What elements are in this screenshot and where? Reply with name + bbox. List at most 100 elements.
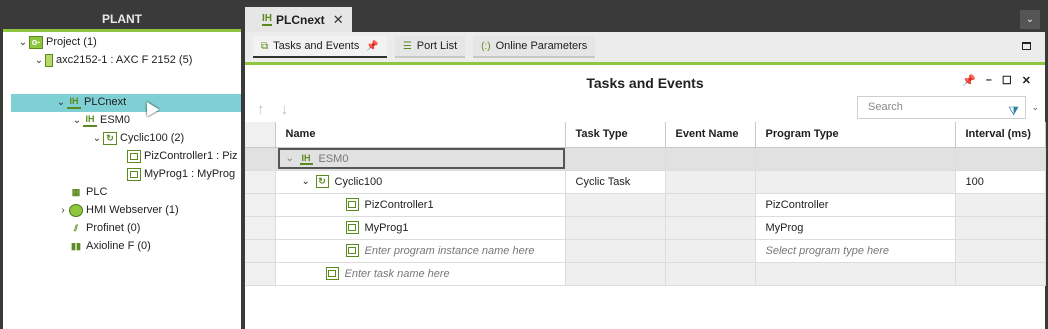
task-type-cell[interactable]	[565, 147, 666, 171]
esm-icon: IH	[83, 114, 97, 127]
tree-node-label: MyProg1 : MyProg	[144, 168, 236, 180]
axioline-icon: ▮▮	[71, 241, 81, 251]
event-name-cell	[665, 193, 756, 217]
tree-node-label: Project (1)	[46, 36, 97, 48]
move-up-down-icon[interactable]: ↑ ↓	[257, 101, 294, 118]
name-cell[interactable]: ⌄ IH ESM0	[275, 147, 566, 171]
maximize-icon[interactable]: ☐	[1002, 74, 1012, 87]
tree-node-axioline[interactable]: ▮▮ Axioline F (0)	[57, 238, 151, 255]
program-type-cell[interactable]: MyProg	[755, 216, 956, 240]
event-name-cell	[665, 262, 756, 286]
tab-menu-chevron-icon[interactable]: ⌄	[1020, 10, 1040, 29]
row-name: MyProg1	[364, 221, 409, 234]
program-type-cell[interactable]: PizController	[755, 193, 956, 217]
tree-node-cyclic100[interactable]: ⌄ ↻ Cyclic100 (2)	[91, 130, 184, 147]
tree-node-pizcontroller1[interactable]: PizController1 : Piz	[115, 148, 238, 165]
task-icon	[325, 267, 339, 280]
expand-toggle-icon[interactable]: ⌄	[55, 94, 67, 111]
subtab-online-parameters[interactable]: (:) Online Parameters	[473, 36, 596, 58]
row-gutter	[245, 216, 276, 240]
table-row[interactable]: MyProg1 MyProg	[245, 216, 1046, 240]
interval-cell	[955, 262, 1046, 286]
column-header-event-name[interactable]: Event Name	[665, 122, 756, 148]
close-icon[interactable]: ✕	[1022, 74, 1031, 87]
program-instance-icon	[127, 168, 141, 181]
tree-node-label: PLCnext	[84, 96, 127, 108]
minimize-icon[interactable]: –	[986, 74, 992, 87]
program-type-placeholder[interactable]: Select program type here	[755, 239, 956, 263]
event-name-cell[interactable]	[665, 147, 756, 171]
column-header-interval[interactable]: Interval (ms)	[955, 122, 1046, 148]
program-instance-icon	[345, 221, 359, 234]
more-options-icon[interactable]: ⌄	[1031, 102, 1039, 113]
name-cell[interactable]: ⌄ ↻ Cyclic100	[275, 170, 566, 194]
column-header-task-type[interactable]: Task Type	[565, 122, 666, 148]
tree-node-plc[interactable]: ▦ PLC	[57, 184, 108, 201]
task-type-cell	[565, 262, 666, 286]
program-type-cell[interactable]	[755, 147, 956, 171]
tree-node-profinet[interactable]: ⫽ Profinet (0)	[57, 220, 140, 237]
row-name: PizController1	[364, 198, 434, 211]
name-cell[interactable]: Enter program instance name here	[275, 239, 566, 263]
interval-cell	[955, 193, 1046, 217]
cyclic-task-icon: ↻	[315, 175, 329, 188]
program-type-cell	[755, 170, 956, 194]
tree-node-esm0[interactable]: ⌄ IH ESM0	[71, 112, 130, 129]
column-header-program-type[interactable]: Program Type	[755, 122, 956, 148]
tree-node-project[interactable]: ⌄ o- Project (1)	[17, 34, 97, 51]
row-name: Cyclic100	[334, 175, 383, 188]
subtab-tasks-and-events[interactable]: ⧉ Tasks and Events 📌	[253, 36, 387, 58]
row-gutter	[245, 170, 276, 194]
task-type-cell	[565, 193, 666, 217]
table-row[interactable]: ⌄ ↻ Cyclic100 Cyclic Task 100	[245, 170, 1046, 194]
name-cell[interactable]: MyProg1	[275, 216, 566, 240]
document-tab-bar: IH PLCnext ✕ ⌄	[245, 7, 1045, 32]
interval-cell[interactable]	[955, 147, 1046, 171]
tasks-icon: ⧉	[261, 40, 269, 52]
search-input[interactable]: Search ⧩	[857, 96, 1026, 119]
interval-cell	[955, 239, 1046, 263]
collapse-toggle-icon[interactable]: ⌄	[302, 176, 316, 187]
tree-node-label: Profinet (0)	[86, 222, 141, 234]
tree-node-label: ESM0	[100, 114, 130, 126]
event-name-cell	[665, 170, 756, 194]
close-tab-icon[interactable]: ✕	[333, 12, 344, 28]
name-cell[interactable]: Enter task name here	[275, 262, 566, 286]
interval-cell[interactable]: 100	[955, 170, 1046, 194]
collapse-toggle-icon[interactable]: ⌄	[286, 153, 300, 164]
expand-toggle-icon[interactable]: ⌄	[91, 130, 103, 147]
plant-panel: PLANT ⌄ o- Project (1) ⌄ axc2152-1 : AXC…	[3, 7, 241, 329]
expand-toggle-icon[interactable]: ⌄	[33, 52, 45, 69]
task-type-cell[interactable]: Cyclic Task	[565, 170, 666, 194]
table-row[interactable]: Enter program instance name here Select …	[245, 239, 1046, 263]
search-placeholder: Search	[868, 101, 903, 113]
table-row[interactable]: ⌄ IH ESM0	[245, 147, 1046, 171]
new-task-placeholder[interactable]: Enter task name here	[345, 268, 450, 280]
pin-icon[interactable]: 📌	[366, 41, 378, 52]
tree-node-hmi-webserver[interactable]: › HMI Webserver (1)	[57, 202, 179, 219]
row-name: ESM0	[318, 152, 349, 165]
program-instance-icon	[345, 244, 359, 257]
tree-node-controller[interactable]: ⌄ axc2152-1 : AXC F 2152 (5)	[33, 52, 192, 69]
tree-node-myprog1[interactable]: MyProg1 : MyProg	[115, 166, 235, 183]
column-header-name[interactable]: Name	[275, 122, 566, 148]
row-gutter	[245, 193, 276, 217]
table-row[interactable]: Enter task name here	[245, 262, 1046, 286]
filter-search-icon[interactable]: ⧩	[1008, 101, 1019, 122]
row-gutter	[245, 262, 276, 286]
table-row[interactable]: PizController1 PizController	[245, 193, 1046, 217]
maximize-editor-icon[interactable]	[1022, 42, 1031, 50]
pin-icon[interactable]: 📌	[962, 74, 976, 87]
editor-title: Tasks and Events	[586, 75, 704, 91]
plant-panel-title: PLANT	[3, 7, 241, 32]
row-gutter-header	[245, 122, 276, 148]
subtab-label: Online Parameters	[495, 40, 588, 52]
expand-toggle-icon[interactable]: ›	[57, 202, 69, 219]
name-cell[interactable]: PizController1	[275, 193, 566, 217]
tab-plcnext[interactable]: IH PLCnext ✕	[245, 7, 352, 32]
expand-toggle-icon[interactable]: ⌄	[17, 34, 29, 51]
subtab-port-list[interactable]: ☰ Port List	[394, 36, 466, 58]
tree-node-plcnext[interactable]: ⌄ IH PLCnext	[55, 94, 126, 111]
new-program-instance-placeholder[interactable]: Enter program instance name here	[365, 245, 535, 257]
expand-toggle-icon[interactable]: ⌄	[71, 112, 83, 129]
